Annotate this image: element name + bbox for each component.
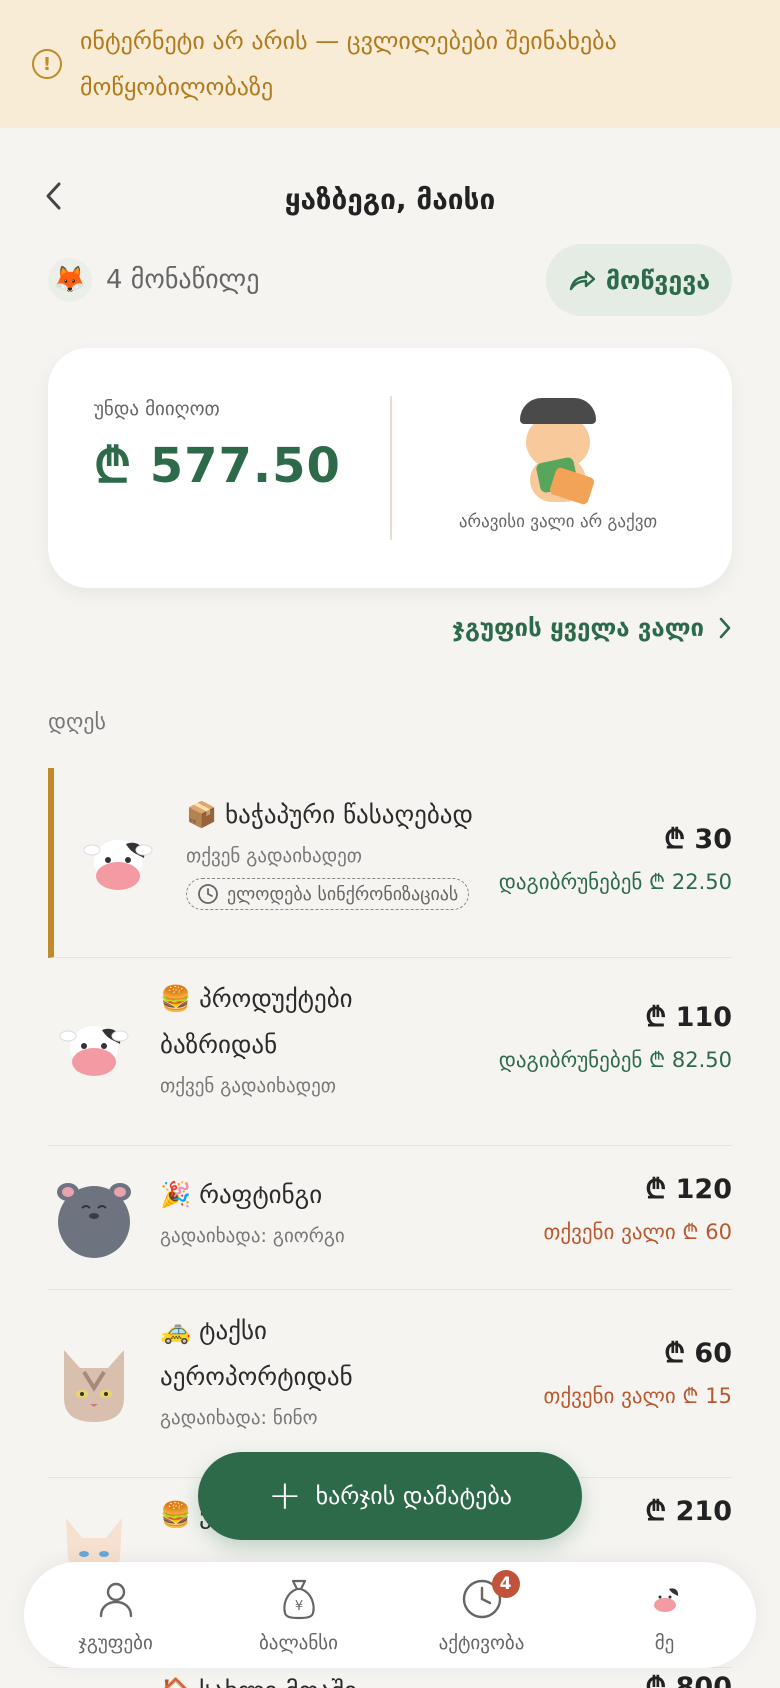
- nav-label: მე: [654, 1632, 675, 1654]
- expense-title: 📦 ხაჭაპური წასაღებად: [186, 800, 473, 829]
- balance-divider: [390, 396, 392, 540]
- balance-summary: უნდა მიიღოთ ₾ 577.50: [94, 398, 341, 497]
- expense-row[interactable]: 📦 ხაჭაპური წასაღებად თქვენ გადაიხადეთ ელ…: [48, 768, 732, 958]
- expense-payer: გადაიხადა: გიორგი: [160, 1225, 345, 1247]
- expense-payer: თქვენ გადაიხადეთ: [186, 845, 363, 867]
- all-debts-label: ჯგუფის ყველა ვალი: [452, 614, 704, 642]
- invite-button[interactable]: მოწვევა: [546, 244, 732, 316]
- nav-label: აქტივობა: [438, 1632, 525, 1654]
- nav-label: ჯგუფები: [78, 1632, 153, 1654]
- expense-amounts: ₾ 800: [645, 1668, 732, 1688]
- clock-icon: [198, 884, 218, 904]
- nav-item-me[interactable]: მე: [585, 1576, 745, 1654]
- no-debt-text: არავისი ვალი არ გაქვთ: [458, 512, 658, 532]
- section-label-today: დღეს: [48, 710, 106, 735]
- balance-card: უნდა მიიღოთ ₾ 577.50 არავისი ვალი არ გაქ…: [48, 348, 732, 588]
- expense-row[interactable]: 🚕 ტაქსი აეროპორტიდან გადაიხადა: ნინო ₾ 6…: [48, 1290, 732, 1478]
- expense-title: 🚕 ტაქსი: [160, 1316, 267, 1345]
- expense-title: 🏠 სახლი მთაში: [160, 1668, 357, 1688]
- expense-amount: ₾ 120: [645, 1174, 732, 1205]
- cow-avatar-icon: [645, 1576, 685, 1622]
- nav-header: ყაზბეგი, მაისი: [0, 160, 780, 240]
- expense-row[interactable]: 🍔 პროდუქტები ბაზრიდან თქვენ გადაიხადეთ ₾…: [48, 958, 732, 1146]
- expense-row[interactable]: 🏠 სახლი მთაში ₾ 800: [48, 1668, 732, 1688]
- expense-amounts: ₾ 210: [645, 1492, 732, 1532]
- expense-row[interactable]: 🎉 რაფტინგი გადაიხადა: გიორგი ₾ 120 თქვენ…: [48, 1146, 732, 1290]
- expense-title: 🎉 რაფტინგი: [160, 1180, 323, 1209]
- expense-amounts: ₾ 110 დაგიბრუნებენ ₾ 82.50: [499, 998, 732, 1082]
- bear-mascot-illustration: [508, 392, 608, 506]
- members-count[interactable]: 4 მონაწილე: [106, 265, 259, 295]
- chevron-right-icon: [719, 617, 731, 639]
- balance-amount: ₾ 577.50: [94, 438, 341, 494]
- activity-badge: 4: [491, 1570, 520, 1598]
- warning-circle-icon: !: [32, 49, 62, 79]
- add-expense-label: ხარჯის დამატება: [315, 1482, 512, 1510]
- add-expense-button[interactable]: + ხარჯის დამატება: [198, 1452, 582, 1540]
- back-button[interactable]: [34, 176, 74, 216]
- share-arrow-icon: [569, 270, 596, 291]
- expense-info: 📦 ხაჭაპური წასაღებად თქვენ გადაიხადეთ ელ…: [186, 792, 473, 910]
- nav-item-balance[interactable]: ¥ ბალანსი: [219, 1576, 379, 1654]
- expense-payer: გადაიხადა: ნინო: [160, 1407, 318, 1429]
- expense-info: 🎉 რაფტინგი გადაიხადა: გიორგი: [160, 1172, 345, 1254]
- expense-amounts: ₾ 60 თქვენი ვალი ₾ 15: [544, 1334, 732, 1418]
- expense-title-line2: ბაზრიდან: [160, 1030, 278, 1059]
- nav-label: ბალანსი: [258, 1632, 339, 1654]
- cat-avatar-icon: [54, 1342, 134, 1422]
- expense-amount: ₾ 210: [645, 1496, 732, 1527]
- expense-info: 🚕 ტაქსი აეროპორტიდან გადაიხადა: ნინო: [160, 1308, 353, 1436]
- expense-amounts: ₾ 30 დაგიბრუნებენ ₾ 22.50: [499, 820, 732, 904]
- bottom-nav: ჯგუფები ¥ ბალანსი 4 აქტივობა მე: [24, 1562, 756, 1668]
- expense-amount: ₾ 110: [645, 1002, 732, 1033]
- svg-text:¥: ¥: [294, 1599, 302, 1614]
- chevron-left-icon: [46, 182, 61, 210]
- mouse-avatar-icon: [54, 1176, 134, 1258]
- expense-share: თქვენი ვალი ₾ 60: [543, 1220, 732, 1244]
- expense-share: თქვენი ვალი ₾ 15: [543, 1384, 732, 1408]
- expense-title-line2: აეროპორტიდან: [160, 1362, 353, 1391]
- expense-share: დაგიბრუნებენ ₾ 82.50: [498, 1048, 732, 1072]
- expense-title: 🍔 პროდუქტები: [160, 984, 353, 1013]
- members-row: 🦊 4 მონაწილე მოწვევა: [48, 244, 732, 316]
- expense-amounts: ₾ 120 თქვენი ვალი ₾ 60: [544, 1170, 732, 1254]
- plus-icon: +: [268, 1473, 302, 1519]
- expense-amount: ₾ 800: [645, 1672, 732, 1688]
- nav-item-groups[interactable]: ჯგუფები: [36, 1576, 196, 1654]
- nav-item-activity[interactable]: 4 აქტივობა: [402, 1570, 562, 1654]
- pending-sync-chip: ელოდება სინქრონიზაციას: [186, 878, 470, 910]
- expense-info: 🍔 პროდუქტები ბაზრიდან თქვენ გადაიხადეთ: [160, 976, 353, 1104]
- expense-amount: ₾ 30: [664, 824, 732, 855]
- offline-banner: ! ინტერნეტი არ არის — ცვლილებები შეინახე…: [0, 0, 780, 128]
- group-avatar: 🦊: [48, 258, 92, 302]
- page-title: ყაზბეგი, მაისი: [284, 182, 496, 216]
- no-debt-block: არავისი ვალი არ გაქვთ: [418, 392, 698, 532]
- expense-list: 📦 ხაჭაპური წასაღებად თქვენ გადაიხადეთ ელ…: [48, 768, 732, 1688]
- invite-label: მოწვევა: [605, 265, 711, 295]
- expense-amount: ₾ 60: [664, 1338, 732, 1369]
- offline-banner-text: ინტერნეტი არ არის — ცვლილებები შეინახება…: [80, 27, 617, 101]
- all-debts-link[interactable]: ჯგუფის ყველა ვალი: [452, 608, 732, 648]
- cow-avatar-icon: [78, 824, 158, 904]
- expense-share: დაგიბრუნებენ ₾ 22.50: [498, 870, 732, 894]
- expense-payer: თქვენ გადაიხადეთ: [160, 1075, 337, 1097]
- balance-label: უნდა მიიღოთ: [94, 398, 220, 420]
- money-bag-icon: ¥: [278, 1576, 320, 1622]
- cow-avatar-icon: [54, 1010, 134, 1090]
- expense-info: 🏠 სახლი მთაში: [160, 1668, 357, 1688]
- people-icon: [95, 1576, 137, 1622]
